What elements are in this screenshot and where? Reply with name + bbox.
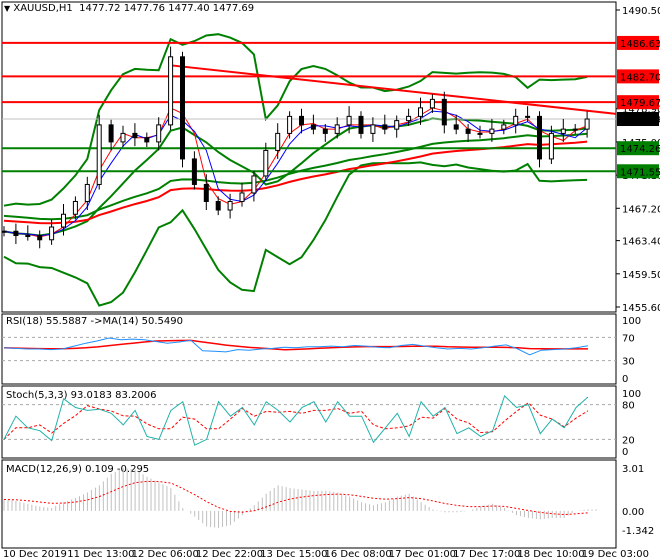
rsi-tick-label: 30 <box>622 357 635 368</box>
candle-body <box>346 115 352 126</box>
candle-body <box>453 124 459 130</box>
candle-body <box>334 124 340 134</box>
candle-body <box>156 124 162 143</box>
rsi-tick-label: 100 <box>622 316 641 327</box>
x-tick-label: 19 Dec 03:00 <box>582 549 649 560</box>
candle-body <box>180 56 185 160</box>
dropdown-triangle-icon[interactable]: ▼ <box>4 4 10 13</box>
x-tick-label: 12 Dec 22:00 <box>196 549 263 560</box>
macd-tick-label: -1.342 <box>622 526 654 537</box>
candle-body <box>501 124 507 130</box>
chart-canvas: 1490.501478.901475.001471.101467.201463.… <box>1 1 660 560</box>
candle-body <box>61 213 66 228</box>
candle-body <box>429 98 435 109</box>
stoch-main-line <box>3 394 589 446</box>
candle-body <box>275 132 281 151</box>
candle-body <box>251 175 257 194</box>
candle-body <box>49 226 55 241</box>
stoch-tick-label: 80 <box>622 401 635 412</box>
x-tick-label: 17 Dec 17:00 <box>453 549 520 560</box>
macd-tick-label: 3.01 <box>622 464 644 475</box>
x-tick-label: 18 Dec 10:00 <box>517 549 584 560</box>
stoch-tick-label: 20 <box>622 435 635 446</box>
candle-body <box>132 132 138 139</box>
stoch-title: Stoch(5,3,3) 93.0183 83.2006 <box>6 390 157 401</box>
x-tick-label: 17 Dec 01:00 <box>389 549 456 560</box>
y-tick-label: 1459.50 <box>622 270 660 281</box>
bb-lower <box>3 161 588 307</box>
level-label: 1486.63 <box>620 39 660 50</box>
y-tick-label: 1490.50 <box>622 6 660 17</box>
candle-body <box>537 115 542 160</box>
macd-title: MACD(12,26,9) 0.109 -0.295 <box>6 464 149 475</box>
candle-body <box>382 124 388 130</box>
candle-body <box>465 128 471 134</box>
y-tick-label: 1467.20 <box>622 204 660 215</box>
candle-body <box>168 56 174 126</box>
stoch-tick-label: 0 <box>622 447 628 458</box>
ohlc-values: 1477.72 1477.76 1477.40 1477.69 <box>79 3 255 14</box>
candle-body <box>322 128 328 134</box>
candle-body <box>584 118 590 130</box>
x-tick-label: 11 Dec 13:00 <box>67 549 134 560</box>
candle-body <box>560 128 566 134</box>
candle-body <box>120 132 126 143</box>
candle-body <box>203 183 209 202</box>
candle-body <box>406 115 412 122</box>
candle-body <box>263 149 269 177</box>
x-tick-label: 16 Dec 08:00 <box>325 549 392 560</box>
candle-body <box>310 124 316 130</box>
current-price-label: 1477.69 <box>620 115 660 126</box>
candle-body <box>441 98 447 126</box>
candle-body <box>37 235 43 241</box>
candle-body <box>287 115 293 134</box>
candle-body <box>358 115 364 134</box>
rsi-tick-label: 70 <box>622 333 635 344</box>
stoch-tick-label: 100 <box>622 389 641 400</box>
candle-body <box>96 124 102 185</box>
y-tick-label: 1463.40 <box>622 237 660 248</box>
candle-body <box>215 200 221 211</box>
level-label: 1482.70 <box>620 72 660 83</box>
candle-body <box>299 115 304 126</box>
candle-body <box>394 120 400 130</box>
candle-body <box>227 200 233 211</box>
x-tick-label: 10 Dec 2019 <box>3 549 67 560</box>
candle-body <box>108 124 114 143</box>
trendline <box>170 64 617 115</box>
slow-ma-red <box>3 140 588 225</box>
x-tick-label: 12 Dec 06:00 <box>132 549 199 560</box>
candle-body <box>239 192 245 202</box>
x-tick-label: 13 Dec 15:00 <box>260 549 327 560</box>
level-label: 1479.67 <box>620 98 660 109</box>
candle-body <box>418 107 423 117</box>
candle-body <box>513 115 519 126</box>
macd-tick-label: 0.00 <box>622 507 644 518</box>
chart-header: ▼ XAUUSD,H1 1477.72 1477.76 1477.40 1477… <box>4 3 254 14</box>
candle-body <box>1 230 7 233</box>
chart-window: 1490.501478.901475.001471.101467.201463.… <box>0 0 660 560</box>
candle-body <box>477 132 483 135</box>
candle-body <box>72 200 78 215</box>
level-label: 1471.55 <box>620 167 660 178</box>
candle-body <box>191 158 197 185</box>
candle-body <box>25 235 31 238</box>
candle-body <box>144 137 150 143</box>
y-tick-label: 1455.60 <box>622 303 660 314</box>
candle-body <box>489 128 495 134</box>
candle-body <box>572 128 578 131</box>
level-label: 1474.26 <box>620 144 660 155</box>
symbol-label: XAUUSD,H1 <box>13 3 73 14</box>
candle-body <box>525 115 531 118</box>
rsi-line <box>3 337 589 356</box>
rsi-title: RSI(18) 55.5887 ->MA(14) 50.5490 <box>6 316 183 327</box>
candle-body <box>548 132 554 160</box>
candle-body <box>84 183 90 202</box>
candle-body <box>13 230 19 237</box>
candle-body <box>370 124 376 134</box>
rsi-tick-label: 0 <box>622 374 628 385</box>
